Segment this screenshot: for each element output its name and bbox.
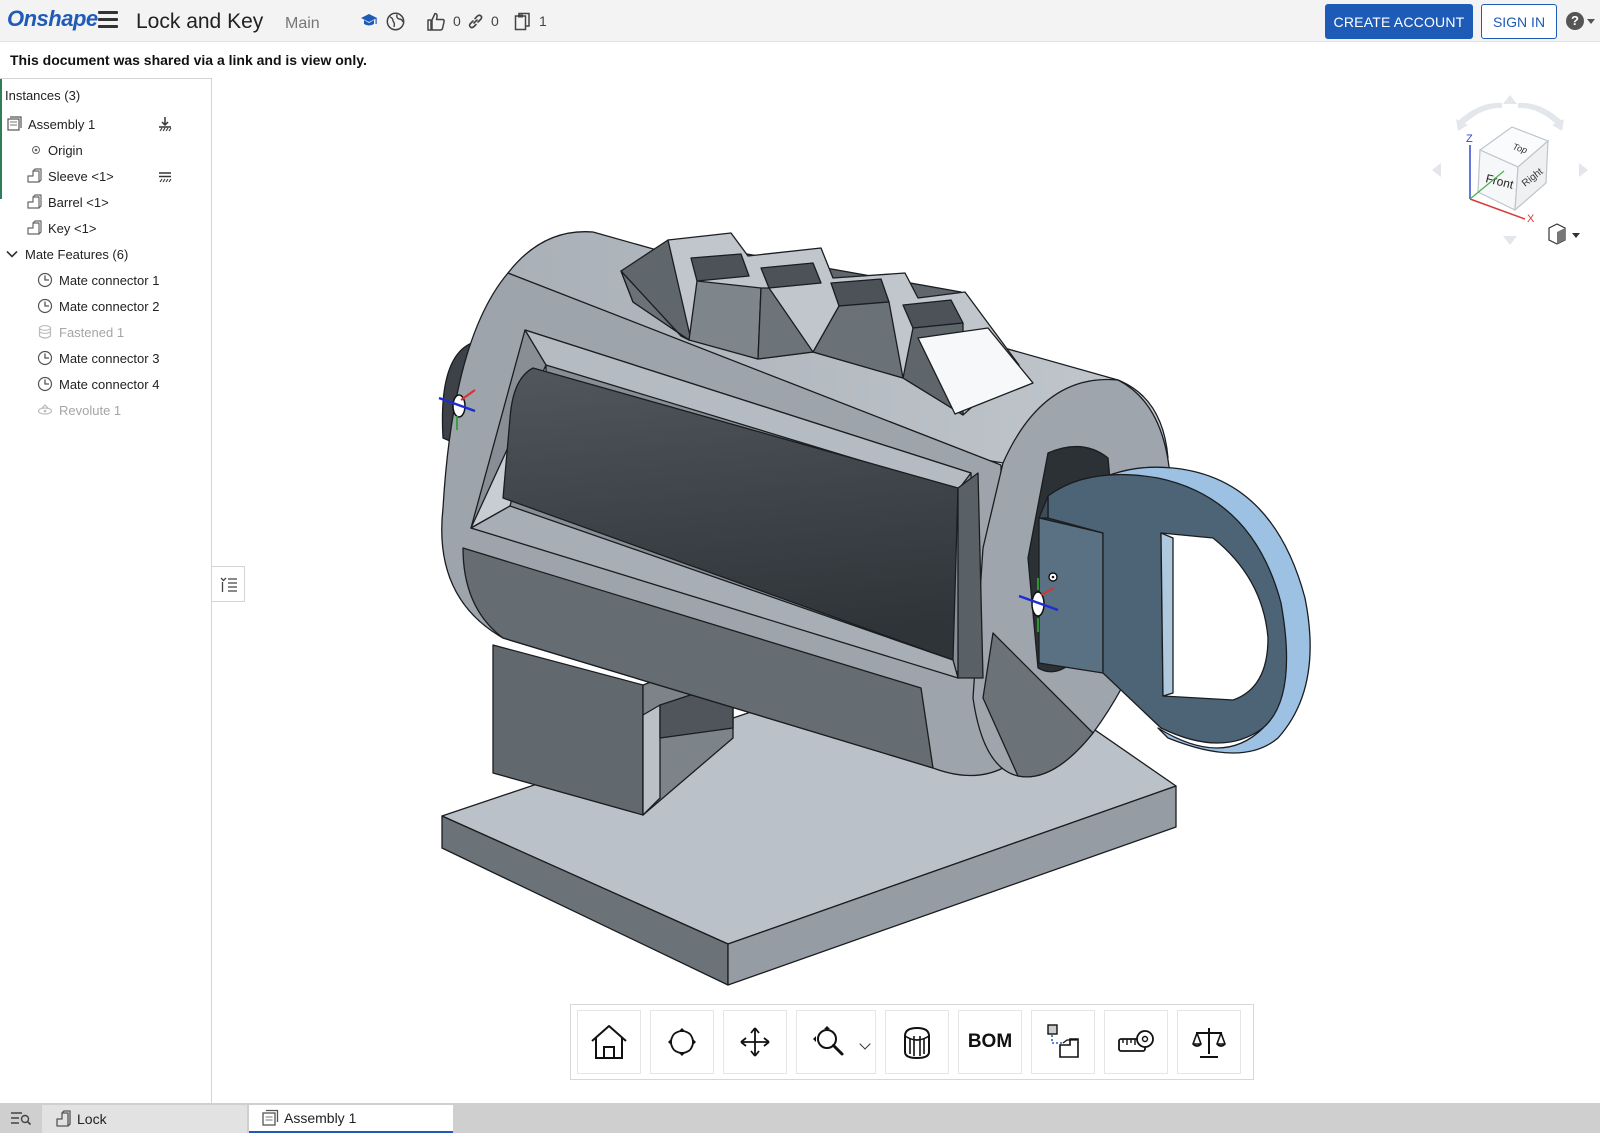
mass-properties-icon [1192, 1028, 1226, 1058]
part-instance-icon [27, 168, 42, 183]
exploded-view-icon [1047, 1024, 1079, 1058]
assembly-model[interactable] [213, 78, 1600, 1103]
tree-item-label: Barrel <1> [48, 194, 109, 210]
tab-manager-button[interactable] [4, 1105, 38, 1131]
tree-item-key[interactable]: Key <1> [0, 216, 210, 240]
tree-item-sleeve[interactable]: Sleeve <1> [0, 164, 210, 188]
like-count: 0 [453, 13, 461, 29]
sign-in-button[interactable]: SIGN IN [1481, 4, 1557, 39]
tree-item-fastened-1[interactable]: Fastened 1 [0, 320, 210, 344]
view-only-banner: This document was shared via a link and … [10, 52, 367, 68]
learning-center-icon[interactable] [360, 11, 378, 31]
assembly-icon [262, 1109, 279, 1126]
thumbs-up-icon [427, 12, 445, 31]
tree-item-label: Mate connector 3 [59, 350, 160, 366]
bom-label: BOM [967, 1031, 1013, 1052]
link-icon [468, 13, 483, 28]
axis-x-label: X [1527, 213, 1535, 225]
view-options-icon[interactable] [1548, 223, 1580, 245]
origin-icon [32, 146, 40, 154]
tree-item-mate-connector-4[interactable]: Mate connector 4 [0, 372, 210, 396]
part-studio-icon [56, 1110, 71, 1127]
home-view-icon [591, 1025, 627, 1059]
tree-item-label: Assembly 1 [28, 116, 96, 132]
tab-assembly-1[interactable]: Assembly 1 [249, 1105, 453, 1133]
rotate-icon [668, 1028, 696, 1056]
tree-item-label: Fastened 1 [59, 324, 125, 340]
tab-manager-icon [11, 1112, 32, 1126]
tree-item-mate-features[interactable]: Mate Features (6) [0, 242, 210, 266]
revolute-mate-icon [37, 404, 53, 415]
tree-item-label: Mate connector 4 [59, 376, 160, 392]
copy-count: 1 [539, 13, 547, 29]
tree-item-barrel[interactable]: Barrel <1> [0, 190, 210, 214]
view-toolbar: BOM [570, 1004, 1254, 1080]
tree-item-label: Mate Features (6) [25, 246, 129, 262]
part-instance-icon [27, 194, 42, 209]
home-view-button[interactable] [577, 1010, 641, 1074]
chevron-down-icon[interactable] [6, 248, 18, 260]
graphics-viewport[interactable] [213, 78, 1600, 1103]
tab-lock[interactable]: Lock [42, 1105, 247, 1133]
tree-item-label: Mate connector 1 [59, 272, 160, 288]
like-button[interactable]: 0 [426, 11, 461, 31]
hamburger-icon[interactable] [98, 11, 118, 29]
part-instance-icon [27, 220, 42, 235]
assembly-icon [7, 116, 22, 131]
instances-header: Instances (3) [5, 88, 81, 103]
tree-item-revolute-1[interactable]: Revolute 1 [0, 398, 210, 422]
tree-item-label: Revolute 1 [59, 402, 122, 418]
measure-icon [1118, 1030, 1154, 1052]
tree-item-assembly[interactable]: Assembly 1 [0, 112, 210, 136]
fix-ground-icon[interactable] [157, 116, 173, 132]
links-button[interactable]: 0 [467, 11, 499, 31]
tree-item-mate-connector-3[interactable]: Mate connector 3 [0, 346, 210, 370]
chevron-down-icon [1587, 18, 1595, 24]
exploded-view-button[interactable] [1031, 1010, 1095, 1074]
zoom-button[interactable] [796, 1010, 876, 1074]
mass-properties-button[interactable] [1177, 1010, 1241, 1074]
mate-connector-icon [37, 376, 53, 392]
tree-item-label: Origin [48, 142, 83, 158]
copies-button[interactable]: 1 [514, 11, 547, 31]
bom-button[interactable]: BOM [958, 1010, 1022, 1074]
rotate-button[interactable] [650, 1010, 714, 1074]
tab-label: Assembly 1 [284, 1110, 357, 1126]
tree-item-label: Key <1> [48, 220, 97, 236]
document-title: Lock and Key [136, 10, 264, 33]
view-cube[interactable]: Top Front Right Z X [1430, 95, 1590, 255]
zoom-icon [813, 1026, 844, 1056]
globe-public-icon[interactable] [386, 11, 405, 31]
tab-label: Lock [77, 1111, 107, 1127]
tab-bar: Lock Assembly 1 [0, 1103, 1600, 1133]
tree-item-label: Mate connector 2 [59, 298, 160, 314]
mate-connector-icon [37, 272, 53, 288]
section-view-icon [904, 1026, 930, 1060]
copy-icon [514, 12, 530, 30]
link-count: 0 [491, 13, 499, 29]
axis-z-label: Z [1466, 133, 1473, 145]
fastened-mate-icon [38, 325, 52, 339]
tree-item-mate-connector-1[interactable]: Mate connector 1 [0, 268, 210, 292]
top-bar: Onshape Lock and Key Main 0 0 1 CREATE A… [0, 0, 1600, 42]
help-menu-button[interactable]: ? [1566, 12, 1595, 30]
create-account-button[interactable]: CREATE ACCOUNT [1325, 4, 1473, 39]
branch-name: Main [285, 15, 320, 32]
mate-connector-icon [37, 298, 53, 314]
help-icon: ? [1566, 12, 1584, 30]
measure-button[interactable] [1104, 1010, 1168, 1074]
pan-icon [740, 1027, 770, 1057]
tree-item-origin[interactable]: Origin [0, 138, 210, 162]
onshape-logo[interactable]: Onshape [7, 6, 98, 32]
tree-item-label: Sleeve <1> [48, 168, 114, 184]
mate-connector-icon [37, 350, 53, 366]
instance-list-panel: Instances (3) Assembly 1 Origin Sleeve <… [0, 78, 212, 1103]
fixed-ground-icon[interactable] [157, 168, 173, 184]
pan-button[interactable] [723, 1010, 787, 1074]
chevron-down-icon[interactable] [859, 1038, 871, 1050]
section-view-button[interactable] [885, 1010, 949, 1074]
tree-item-mate-connector-2[interactable]: Mate connector 2 [0, 294, 210, 318]
